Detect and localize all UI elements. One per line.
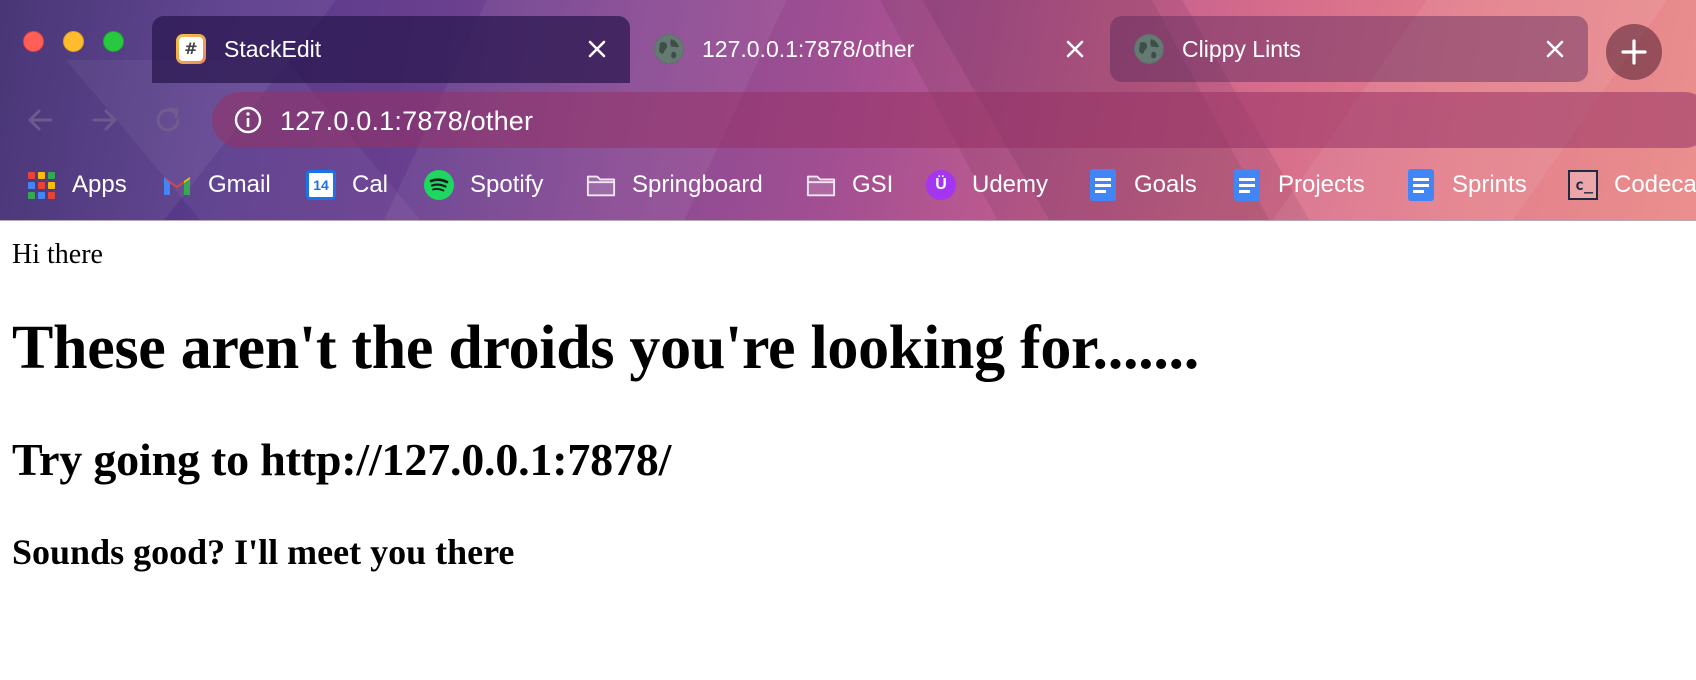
bookmark-spotify[interactable]: Spotify [424,162,543,208]
bookmarks-bar: Apps Gmail 14 Cal Spotify Springboard GS… [0,162,1696,208]
page-heading: These aren't the droids you're looking f… [12,314,1199,382]
folder-icon [586,170,616,200]
bookmark-gsi[interactable]: GSI [806,162,893,208]
arrow-left-icon [28,109,53,131]
docs-icon [1088,169,1118,201]
bookmark-label: Udemy [972,171,1049,198]
window-close-button[interactable] [23,31,44,52]
apps-grid-icon [26,170,56,200]
stackedit-icon: # [176,34,206,64]
address-bar-url: 127.0.0.1:7878/other [280,106,534,136]
bookmark-label: Cal [352,171,389,198]
close-icon[interactable] [582,34,612,64]
bookmark-label: Projects [1278,171,1365,198]
bookmark-projects[interactable]: Projects [1232,162,1365,208]
bookmark-label: Springboard [632,171,763,198]
arrow-right-icon [92,109,117,131]
tab-stackedit[interactable]: # StackEdit [152,16,630,83]
plus-icon [1621,39,1647,65]
window-zoom-button[interactable] [103,31,124,52]
udemy-icon: Ü [926,170,956,200]
tab-clippy-lints[interactable]: Clippy Lints [1110,16,1588,82]
calendar-icon: 14 [306,170,336,200]
back-button[interactable] [20,100,60,140]
docs-icon [1232,169,1262,201]
globe-icon [654,34,684,64]
bookmark-label: Spotify [470,171,544,198]
new-tab-button[interactable] [1606,24,1662,80]
forward-button[interactable] [85,100,125,140]
greeting-text: Hi there [12,239,103,270]
globe-icon [1134,34,1164,64]
codecademy-icon: c_ [1568,170,1598,200]
close-icon[interactable] [1060,34,1090,64]
spotify-icon [424,170,454,200]
tab-title: StackEdit [224,36,322,62]
bookmark-label: Sprints [1452,171,1527,198]
reload-button[interactable] [148,100,188,140]
window-minimize-button[interactable] [63,31,84,52]
address-bar[interactable]: 127.0.0.1:7878/other [212,92,1696,148]
docs-icon [1406,169,1436,201]
folder-icon [806,170,836,200]
bookmark-gmail[interactable]: Gmail [162,162,271,208]
bookmark-label: Apps [72,171,127,198]
browser-chrome: # StackEdit 127.0.0.1:7878/other Clippy … [0,0,1696,221]
bookmark-label: Gmail [208,171,271,198]
tab-localhost-other[interactable]: 127.0.0.1:7878/other [630,16,1108,83]
page-subheading: Try going to http://127.0.0.1:7878/ [12,434,672,485]
bookmark-sprints[interactable]: Sprints [1406,162,1527,208]
tab-title: 127.0.0.1:7878/other [702,36,915,62]
close-icon[interactable] [1540,34,1570,64]
info-icon[interactable] [234,106,262,134]
reload-icon [156,107,180,132]
bookmark-label: GSI [852,171,894,198]
stackedit-icon-glyph: # [179,37,203,61]
bookmark-springboard[interactable]: Springboard [586,162,763,208]
bookmark-apps[interactable]: Apps [26,162,127,208]
tab-title: Clippy Lints [1182,36,1301,62]
bookmark-goals[interactable]: Goals [1088,162,1197,208]
gmail-icon [162,170,192,200]
page-note: Sounds good? I'll meet you there [12,532,515,572]
bookmark-label: Codeca [1614,171,1696,198]
bookmark-codecademy[interactable]: c_ Codeca [1568,162,1696,208]
bookmark-cal[interactable]: 14 Cal [306,162,388,208]
bookmark-label: Goals [1134,171,1197,198]
bookmark-udemy[interactable]: Ü Udemy [926,162,1048,208]
